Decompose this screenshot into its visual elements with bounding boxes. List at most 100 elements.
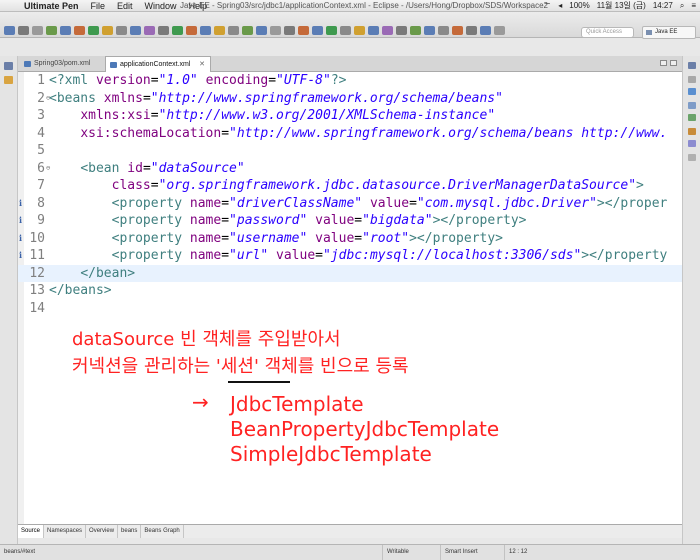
toolbar-button-icon[interactable] — [396, 26, 407, 35]
date-text[interactable]: 11월 13일 (금) — [597, 0, 646, 12]
toolbar-button-icon[interactable] — [32, 26, 43, 35]
toolbar-button-icon[interactable] — [200, 26, 211, 35]
data-source-icon[interactable] — [688, 128, 696, 135]
code-line[interactable]: 3 xmlns:xsi="http://www.w3.org/2001/XMLS… — [18, 107, 682, 125]
wifi-icon[interactable]: ⌔ — [544, 0, 552, 12]
toolbar-button-icon[interactable] — [116, 26, 127, 35]
menu-file[interactable]: File — [85, 1, 112, 11]
code-token: "http://www.w3.org/2001/XMLSchema-instan… — [158, 108, 496, 123]
toolbar-button-icon[interactable] — [102, 26, 113, 35]
menu-window[interactable]: Window — [139, 1, 183, 11]
code-line[interactable]: 7 class="org.springframework.jdbc.dataso… — [18, 177, 682, 195]
code-token: class — [111, 178, 151, 193]
code-line[interactable]: 8i <property name="driverClassName" valu… — [18, 195, 682, 213]
toolbar-button-icon[interactable] — [438, 26, 449, 35]
toolbar-button-icon[interactable] — [214, 26, 225, 35]
code-editor[interactable]: 1 <?xml version="1.0" encoding="UTF-8"?> 2… — [18, 72, 682, 524]
info-marker-icon[interactable]: i — [19, 230, 22, 248]
maximize-icon[interactable] — [670, 60, 677, 66]
menu-app[interactable]: Ultimate Pen — [18, 1, 85, 11]
volume-icon[interactable]: ◂ — [558, 0, 562, 12]
toolbar-button-icon[interactable] — [410, 26, 421, 35]
toolbar-button-icon[interactable] — [256, 26, 267, 35]
info-marker-icon[interactable]: i — [19, 247, 22, 265]
toolbar-button-icon[interactable] — [298, 26, 309, 35]
close-icon[interactable]: ✕ — [199, 57, 205, 73]
code-token: value — [315, 213, 355, 228]
toolbar-button-icon[interactable] — [158, 26, 169, 35]
console-icon[interactable] — [688, 154, 696, 161]
toolbar-button-icon[interactable] — [466, 26, 477, 35]
code-line[interactable]: 4 xsi:schemaLocation="http://www.springf… — [18, 125, 682, 143]
tab-overview[interactable]: Overview — [86, 525, 119, 538]
restore-icon[interactable] — [688, 62, 696, 69]
snippets-icon[interactable] — [688, 140, 696, 147]
xml-file-icon — [24, 61, 31, 67]
tab-pom-xml[interactable]: Spring03/pom.xml — [20, 56, 103, 72]
code-line[interactable]: 13 </beans> — [18, 282, 682, 300]
code-line[interactable]: 14 — [18, 300, 682, 318]
outline-icon[interactable] — [688, 76, 696, 83]
toolbar-button-icon[interactable] — [228, 26, 239, 35]
perspective-java-ee[interactable]: Java EE — [642, 26, 696, 39]
toolbar-button-icon[interactable] — [480, 26, 491, 35]
task-list-icon[interactable] — [688, 88, 696, 95]
info-marker-icon[interactable]: i — [19, 212, 22, 230]
code-line[interactable]: 11 i <property name="url" value="jdbc:mys… — [18, 247, 682, 265]
toolbar-button-icon[interactable] — [284, 26, 295, 35]
tab-application-context[interactable]: applicationContext.xml ✕ — [105, 56, 211, 72]
status-area: ⌔ ◂ 100% 11월 13일 (금) 14:27 ⌕ ≡ — [544, 0, 696, 12]
toolbar-button-icon[interactable] — [312, 26, 323, 35]
battery-percent[interactable]: 100% — [569, 0, 589, 12]
toolbar-button-icon[interactable] — [88, 26, 99, 35]
code-line[interactable]: 12 </bean> — [18, 264, 682, 282]
code-line[interactable]: 5 — [18, 142, 682, 160]
tab-beans[interactable]: beans — [118, 525, 142, 538]
toolbar-button-icon[interactable] — [340, 26, 351, 35]
code-line[interactable]: 2 ⊖ <beans xmlns="http://www.springframewo… — [18, 90, 682, 108]
toolbar-button-icon[interactable] — [172, 26, 183, 35]
toolbar-button-icon[interactable] — [424, 26, 435, 35]
toolbar-button-icon[interactable] — [368, 26, 379, 35]
search-icon[interactable]: ⌕ — [680, 0, 684, 12]
toolbar-button-icon[interactable] — [354, 26, 365, 35]
markers-icon[interactable] — [688, 102, 696, 109]
list-icon[interactable]: ≡ — [691, 0, 696, 12]
code-token: "dataSource" — [150, 160, 245, 176]
toolbar-button-icon[interactable] — [452, 26, 463, 35]
tab-source[interactable]: Source — [18, 525, 45, 538]
toolbar-button-icon[interactable] — [270, 26, 281, 35]
toolbar-button-icon[interactable] — [130, 26, 141, 35]
code-token: "driverClassName" — [229, 195, 363, 211]
minimize-icon[interactable] — [660, 60, 667, 66]
toolbar-button-icon[interactable] — [46, 26, 57, 35]
code-line[interactable]: 6 ⊖ <bean id="dataSource" — [18, 160, 682, 178]
toolbar-button-icon[interactable] — [494, 26, 505, 35]
toolbar-button-icon[interactable] — [186, 26, 197, 35]
clock-text[interactable]: 14:27 — [653, 0, 673, 12]
tab-namespaces[interactable]: Namespaces — [44, 525, 87, 538]
toolbar-button-icon[interactable] — [326, 26, 337, 35]
servers-icon[interactable] — [688, 114, 696, 121]
toolbar-button-icon[interactable] — [60, 26, 71, 35]
toolbar-button-icon[interactable] — [18, 26, 29, 35]
toolbar-button-icon[interactable] — [4, 26, 15, 35]
code-text: xsi:schemaLocation="http://www.springfra… — [49, 125, 667, 143]
quick-access-input[interactable]: Quick Access — [581, 27, 634, 38]
tab-beans-graph[interactable]: Beans Graph — [141, 525, 184, 538]
info-marker-icon[interactable]: i — [19, 195, 22, 213]
restore-icon[interactable] — [4, 62, 13, 70]
toolbar-button-icon[interactable] — [242, 26, 253, 35]
code-line[interactable]: 1 <?xml version="1.0" encoding="UTF-8"?> — [18, 72, 682, 90]
toolbar-button-icon[interactable] — [144, 26, 155, 35]
toolbar-button-icon[interactable] — [74, 26, 85, 35]
line-number: 12 — [29, 265, 45, 281]
project-explorer-icon[interactable] — [4, 76, 13, 84]
toolbar-button-icon[interactable] — [382, 26, 393, 35]
menu-edit[interactable]: Edit — [111, 1, 139, 11]
code-line[interactable]: 9i <property name="password" value="bigd… — [18, 212, 682, 230]
code-line[interactable]: 10 i <property name="username" value="roo… — [18, 230, 682, 248]
